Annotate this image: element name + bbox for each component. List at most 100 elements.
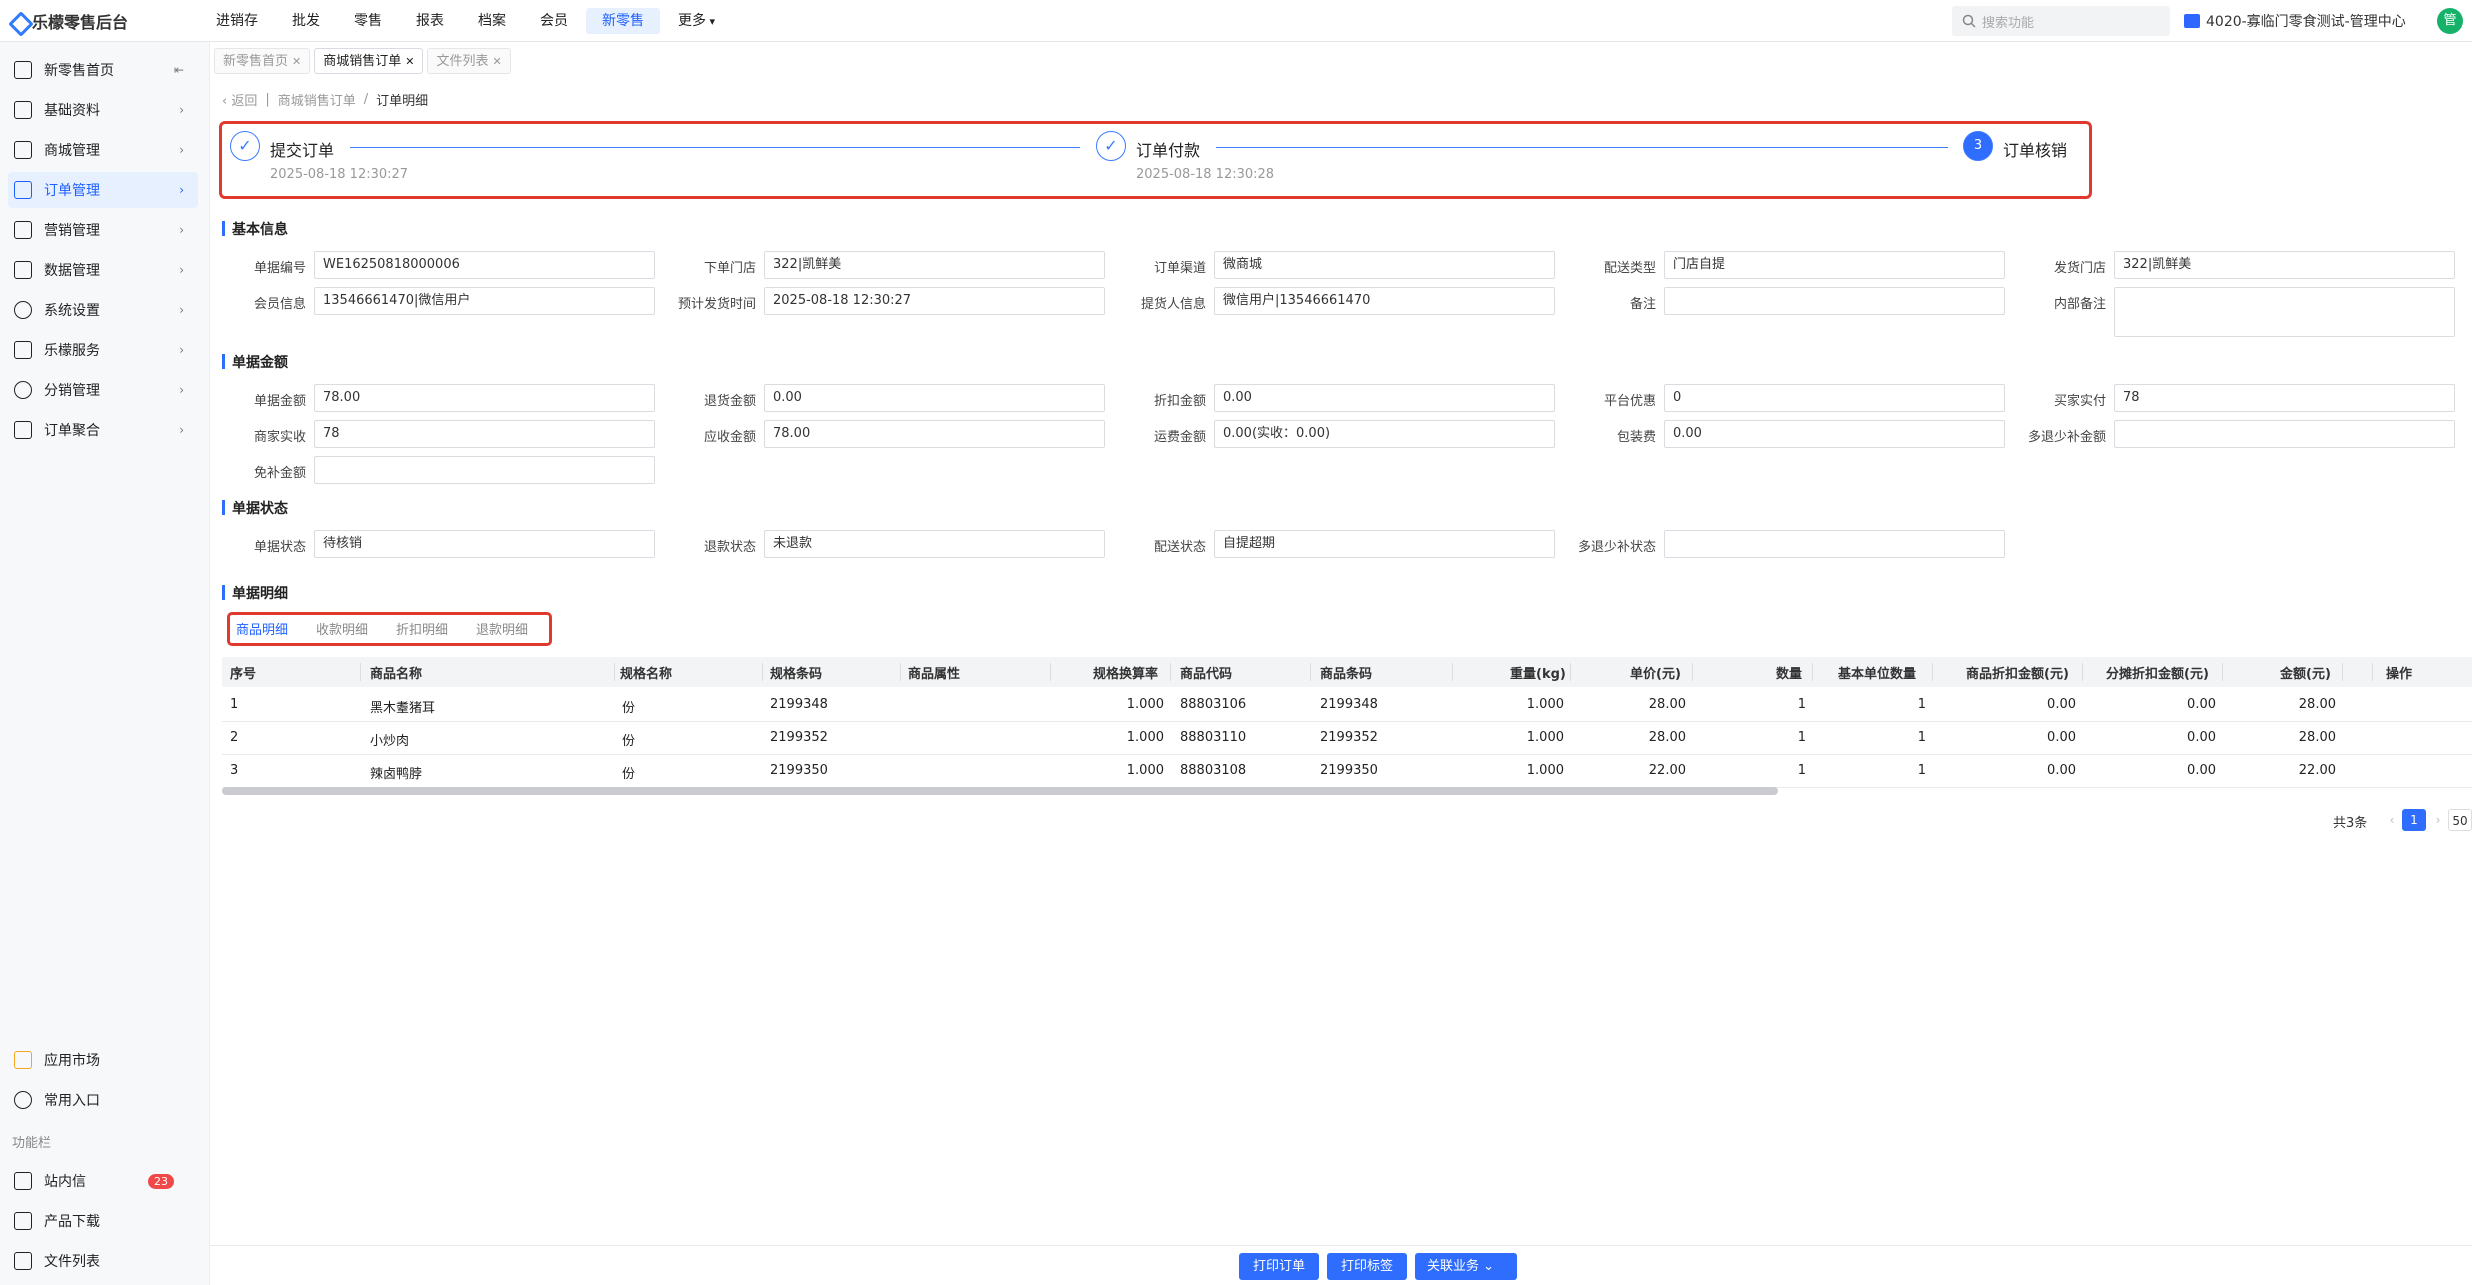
column-header[interactable]: 商品折扣金额(元) — [1966, 663, 2069, 682]
org-switcher[interactable]: 4020-寡临门零食测试-管理中心 — [2184, 0, 2406, 42]
column-divider[interactable] — [762, 663, 763, 681]
page-size-select[interactable]: 50 — [2448, 809, 2472, 831]
column-header[interactable]: 基本单位数量 — [1838, 663, 1916, 682]
nav-more[interactable]: 更多 — [662, 8, 731, 34]
nav-xinlingshou[interactable]: 新零售 — [586, 8, 660, 34]
sidebar-item-appmarket[interactable]: 应用市场 — [8, 1042, 198, 1078]
column-header[interactable]: 规格名称 — [620, 663, 672, 682]
field-value[interactable] — [2114, 420, 2455, 448]
nav-dangan[interactable]: 档案 — [462, 8, 522, 34]
nav-baobiao[interactable]: 报表 — [400, 8, 460, 34]
nav-pifa[interactable]: 批发 — [276, 8, 336, 34]
tab-mall-orders[interactable]: 商城销售订单 ✕ — [314, 48, 424, 74]
field-value[interactable]: 自提超期 — [1214, 530, 1555, 558]
field-value[interactable]: 微商城 — [1214, 251, 1555, 279]
column-header[interactable]: 金额(元) — [2280, 663, 2331, 682]
next-page-icon[interactable]: › — [2426, 809, 2450, 831]
nav-huiyuan[interactable]: 会员 — [524, 8, 584, 34]
column-divider[interactable] — [1310, 663, 1311, 681]
column-divider[interactable] — [1452, 663, 1453, 681]
table-row[interactable] — [222, 721, 2472, 722]
breadcrumb-parent[interactable]: 商城销售订单 — [278, 90, 356, 109]
column-header[interactable]: 分摊折扣金额(元) — [2106, 663, 2209, 682]
sidebar-item-favorites[interactable]: 常用入口 — [8, 1082, 198, 1118]
column-divider[interactable] — [1170, 663, 1171, 681]
column-divider[interactable] — [2082, 663, 2083, 681]
column-divider[interactable] — [1812, 663, 1813, 681]
column-divider[interactable] — [900, 663, 901, 681]
column-divider[interactable] — [2342, 663, 2343, 681]
field-value[interactable]: 322|凯鲜美 — [764, 251, 1105, 279]
sidebar-item-data[interactable]: 数据管理 › — [8, 252, 198, 288]
sidebar-item-orders[interactable]: 订单管理 › — [8, 172, 198, 208]
field-value[interactable]: 0.00(实收：0.00) — [1214, 420, 1555, 448]
nav-lingshou[interactable]: 零售 — [338, 8, 398, 34]
subtab-products[interactable]: 商品明细 — [236, 619, 288, 638]
subtab-discounts[interactable]: 折扣明细 — [396, 619, 448, 638]
field-value[interactable]: 0.00 — [1214, 384, 1555, 412]
column-header[interactable]: 规格条码 — [770, 663, 822, 682]
back-link[interactable]: ‹ 返回 — [222, 90, 257, 109]
sidebar-item-aggregate[interactable]: 订单聚合 › — [8, 412, 198, 448]
field-value[interactable]: 322|凯鲜美 — [2114, 251, 2455, 279]
column-header[interactable]: 规格换算率 — [1093, 663, 1158, 682]
internal-remark-textarea[interactable] — [2114, 287, 2455, 337]
column-header[interactable]: 商品名称 — [370, 663, 422, 682]
sidebar-item-home[interactable]: 新零售首页 ⇤ — [8, 52, 198, 88]
nav-jinxiaocun[interactable]: 进销存 — [200, 8, 274, 34]
sidebar-item-download[interactable]: 产品下载 — [8, 1203, 198, 1239]
tab-home[interactable]: 新零售首页 ✕ — [214, 48, 311, 74]
close-icon[interactable]: ✕ — [405, 55, 414, 68]
page-number[interactable]: 1 — [2402, 809, 2426, 831]
column-header[interactable]: 商品条码 — [1320, 663, 1372, 682]
field-value[interactable]: 0.00 — [764, 384, 1105, 412]
sidebar-item-mall[interactable]: 商城管理 › — [8, 132, 198, 168]
sidebar-item-settings[interactable]: 系统设置 › — [8, 292, 198, 328]
column-header[interactable]: 单价(元) — [1630, 663, 1681, 682]
subtab-refunds[interactable]: 退款明细 — [476, 619, 528, 638]
field-value[interactable]: 2025-08-18 12:30:27 — [764, 287, 1105, 315]
tab-files[interactable]: 文件列表 ✕ — [427, 48, 511, 74]
print-label-button[interactable]: 打印标签 — [1327, 1253, 1407, 1280]
field-value[interactable]: 13546661470|微信用户 — [314, 287, 655, 315]
column-divider[interactable] — [2222, 663, 2223, 681]
field-value[interactable]: WE16250818000006 — [314, 251, 655, 279]
sidebar-item-service[interactable]: 乐檬服务 › — [8, 332, 198, 368]
field-value[interactable]: 78.00 — [314, 384, 655, 412]
column-divider[interactable] — [1570, 663, 1571, 681]
remark-textarea[interactable] — [1664, 287, 2005, 315]
column-divider[interactable] — [1932, 663, 1933, 681]
app-logo[interactable]: 乐檬零售后台 — [10, 0, 128, 42]
column-header[interactable]: 商品代码 — [1180, 663, 1232, 682]
field-value[interactable]: 门店自提 — [1664, 251, 2005, 279]
field-value[interactable]: 78 — [314, 420, 655, 448]
column-header[interactable]: 数量 — [1776, 663, 1802, 682]
column-header[interactable]: 商品属性 — [908, 663, 960, 682]
prev-page-icon[interactable]: ‹ — [2380, 809, 2404, 831]
field-value[interactable]: 0 — [1664, 384, 2005, 412]
field-value[interactable]: 78 — [2114, 384, 2455, 412]
field-value[interactable]: 微信用户|13546661470 — [1214, 287, 1555, 315]
field-value[interactable]: 待核销 — [314, 530, 655, 558]
column-divider[interactable] — [360, 663, 361, 681]
search-input[interactable]: 搜索功能 — [1952, 6, 2170, 36]
subtab-receipts[interactable]: 收款明细 — [316, 619, 368, 638]
field-value[interactable]: 78.00 — [764, 420, 1105, 448]
sidebar-item-files[interactable]: 文件列表 — [8, 1243, 198, 1279]
related-business-button[interactable]: 关联业务 ⌄ — [1415, 1253, 1517, 1280]
sidebar-item-marketing[interactable]: 营销管理 › — [8, 212, 198, 248]
field-value[interactable]: 0.00 — [1664, 420, 2005, 448]
sidebar-item-basic[interactable]: 基础资料 › — [8, 92, 198, 128]
column-header[interactable]: 重量(kg) — [1510, 663, 1566, 682]
collapse-icon[interactable]: ⇤ — [174, 63, 184, 77]
print-order-button[interactable]: 打印订单 — [1239, 1253, 1319, 1280]
close-icon[interactable]: ✕ — [492, 55, 501, 68]
column-divider[interactable] — [1050, 663, 1051, 681]
horizontal-scrollbar[interactable] — [222, 787, 1778, 795]
sidebar-item-messages[interactable]: 站内信 23 — [8, 1163, 198, 1199]
sidebar-item-distribution[interactable]: 分销管理 › — [8, 372, 198, 408]
field-value[interactable]: 未退款 — [764, 530, 1105, 558]
avatar[interactable]: 管 — [2437, 8, 2463, 34]
close-icon[interactable]: ✕ — [292, 55, 301, 68]
field-value[interactable] — [1664, 530, 2005, 558]
